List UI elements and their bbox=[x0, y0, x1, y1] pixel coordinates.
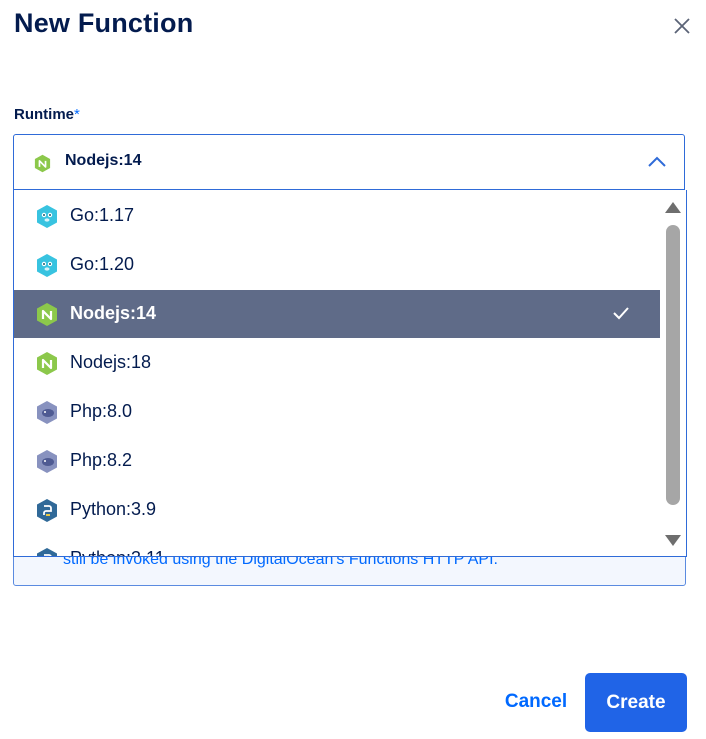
close-icon bbox=[674, 18, 690, 34]
runtime-label-text: Runtime bbox=[14, 106, 74, 123]
runtime-selected-value: Nodejs:14 bbox=[65, 152, 142, 169]
runtime-option[interactable]: Go:1.20 bbox=[14, 241, 660, 289]
runtime-option-label: Php:8.0 bbox=[70, 401, 133, 421]
runtime-option[interactable]: Nodejs:18 bbox=[14, 339, 660, 387]
runtime-option[interactable]: Go:1.17 bbox=[14, 192, 660, 240]
runtime-option-label: Php:8.2 bbox=[70, 450, 133, 470]
create-button[interactable]: Create bbox=[585, 673, 687, 732]
required-asterisk: * bbox=[74, 106, 80, 123]
close-button[interactable] bbox=[668, 12, 696, 40]
python-icon bbox=[37, 499, 57, 522]
runtime-label: Runtime* bbox=[14, 106, 80, 123]
runtime-option[interactable]: Python:3.11 bbox=[14, 535, 660, 556]
python-icon bbox=[37, 548, 57, 556]
cancel-button[interactable]: Cancel bbox=[492, 680, 580, 724]
runtime-dropdown-menu[interactable]: Go:1.17 Go:1.20 Nodejs:14 Nodejs:18 Php:8.0 P… bbox=[13, 190, 687, 557]
scrollbar-thumb[interactable] bbox=[666, 225, 680, 505]
php-icon bbox=[37, 450, 57, 473]
runtime-option-label: Go:1.20 bbox=[70, 254, 135, 274]
runtime-option[interactable]: Php:8.2 bbox=[14, 437, 660, 485]
scroll-up-arrow-icon[interactable] bbox=[664, 200, 682, 214]
go-icon bbox=[37, 254, 57, 277]
runtime-option-label: Python:3.9 bbox=[70, 499, 157, 519]
go-icon bbox=[37, 205, 57, 228]
runtime-select[interactable]: Nodejs:14 bbox=[13, 134, 685, 190]
nodejs-icon bbox=[37, 303, 57, 326]
nodejs-icon bbox=[34, 154, 51, 173]
runtime-option-label: Go:1.17 bbox=[70, 205, 135, 225]
runtime-option[interactable]: Python:3.9 bbox=[14, 486, 660, 534]
nodejs-icon bbox=[37, 352, 57, 375]
runtime-option[interactable]: Php:8.0 bbox=[14, 388, 660, 436]
runtime-option-label: Nodejs:14 bbox=[70, 303, 157, 323]
php-icon bbox=[37, 401, 57, 424]
runtime-option-label: Python:3.11 bbox=[70, 548, 165, 556]
checkmark-icon bbox=[613, 307, 629, 320]
chevron-up-icon[interactable] bbox=[647, 155, 667, 169]
runtime-option[interactable]: Nodejs:14 bbox=[14, 290, 660, 338]
runtime-option-label: Nodejs:18 bbox=[70, 352, 152, 372]
dialog-title: New Function bbox=[14, 8, 194, 38]
scroll-down-arrow-icon[interactable] bbox=[664, 534, 682, 548]
